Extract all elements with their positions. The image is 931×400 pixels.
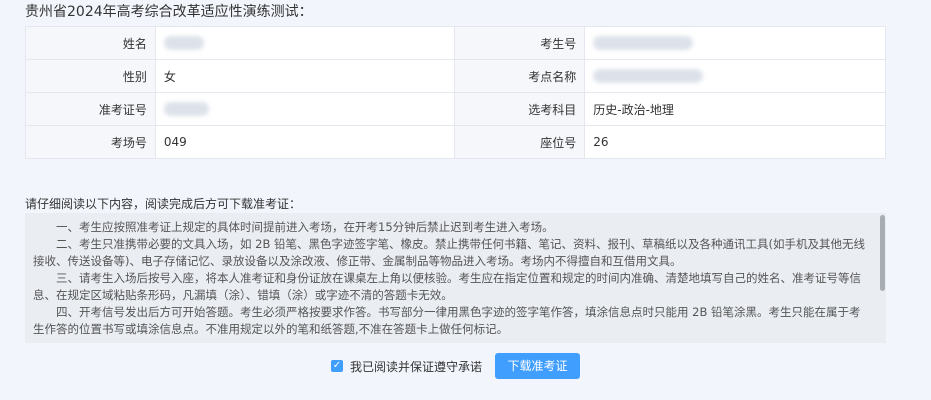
- exam-site-value: [584, 59, 886, 93]
- candidate-info-table: 姓名 考生号 性别 女 考点名称 准考证号 选考科目 历史-政治-地理 考场号 …: [25, 26, 886, 159]
- name-value: [154, 26, 456, 60]
- notice-paragraph: 一、考生应按照准考证上规定的具体时间提前进入考场，在开考15分钟后禁止迟到考生进…: [56, 220, 554, 234]
- notice-box[interactable]: 一、考生应按照准考证上规定的具体时间提前进入考场，在开考15分钟后禁止迟到考生进…: [25, 213, 886, 343]
- redacted-candidate-number: [593, 36, 694, 51]
- admission-number-value: [154, 92, 456, 126]
- notice-paragraph: 三、请考生入场后按号入座，将本人准考证和身份证放在课桌左上角以便核验。考生应在指…: [33, 271, 861, 302]
- notice-text: 一、考生应按照准考证上规定的具体时间提前进入考场，在开考15分钟后禁止迟到考生进…: [25, 213, 886, 338]
- redacted-admission-number: [163, 102, 209, 117]
- elective-subjects-label: 选考科目: [454, 92, 586, 126]
- seat-number-value: 26: [584, 125, 886, 159]
- redacted-exam-site: [593, 69, 704, 84]
- admission-number-label: 准考证号: [25, 92, 156, 126]
- agree-checkbox[interactable]: ✓: [331, 360, 343, 372]
- table-row: 准考证号 选考科目 历史-政治-地理: [25, 92, 886, 126]
- seat-number-label: 座位号: [454, 125, 586, 159]
- exam-room-value: 049: [154, 125, 456, 159]
- notice-title: 请仔细阅读以下内容，阅读完成后方可下载准考证：: [25, 197, 302, 211]
- download-admission-ticket-button[interactable]: 下载准考证: [495, 353, 580, 379]
- notice-paragraph: 二、考生只准携带必要的文具入场，如 2B 铅笔、黑色字迹签字笔、橡皮。禁止携带任…: [33, 237, 865, 268]
- candidate-number-value: [584, 26, 886, 60]
- table-row: 性别 女 考点名称: [25, 59, 886, 93]
- redacted-name: [163, 36, 204, 51]
- check-icon: ✓: [332, 360, 342, 371]
- table-row: 考场号 049 座位号 26: [25, 125, 886, 159]
- notice-scrollbar[interactable]: [878, 213, 886, 343]
- name-label: 姓名: [25, 26, 156, 60]
- exam-site-label: 考点名称: [454, 59, 586, 93]
- exam-room-label: 考场号: [25, 125, 156, 159]
- agree-row[interactable]: ✓ 我已阅读并保证遵守承诺: [331, 354, 482, 378]
- page-title: 贵州省2024年高考综合改革适应性演练测试：: [25, 4, 313, 20]
- candidate-number-label: 考生号: [454, 26, 586, 60]
- notice-paragraph: 四、开考信号发出后方可开始答题。考生必须严格按要求作答。书写部分一律用黑色字迹的…: [33, 305, 861, 336]
- scrollbar-thumb[interactable]: [880, 215, 885, 291]
- elective-subjects-value: 历史-政治-地理: [584, 92, 886, 126]
- gender-value: 女: [154, 59, 456, 93]
- table-row: 姓名 考生号: [25, 26, 886, 60]
- gender-label: 性别: [25, 59, 156, 93]
- agree-label[interactable]: 我已阅读并保证遵守承诺: [350, 358, 482, 375]
